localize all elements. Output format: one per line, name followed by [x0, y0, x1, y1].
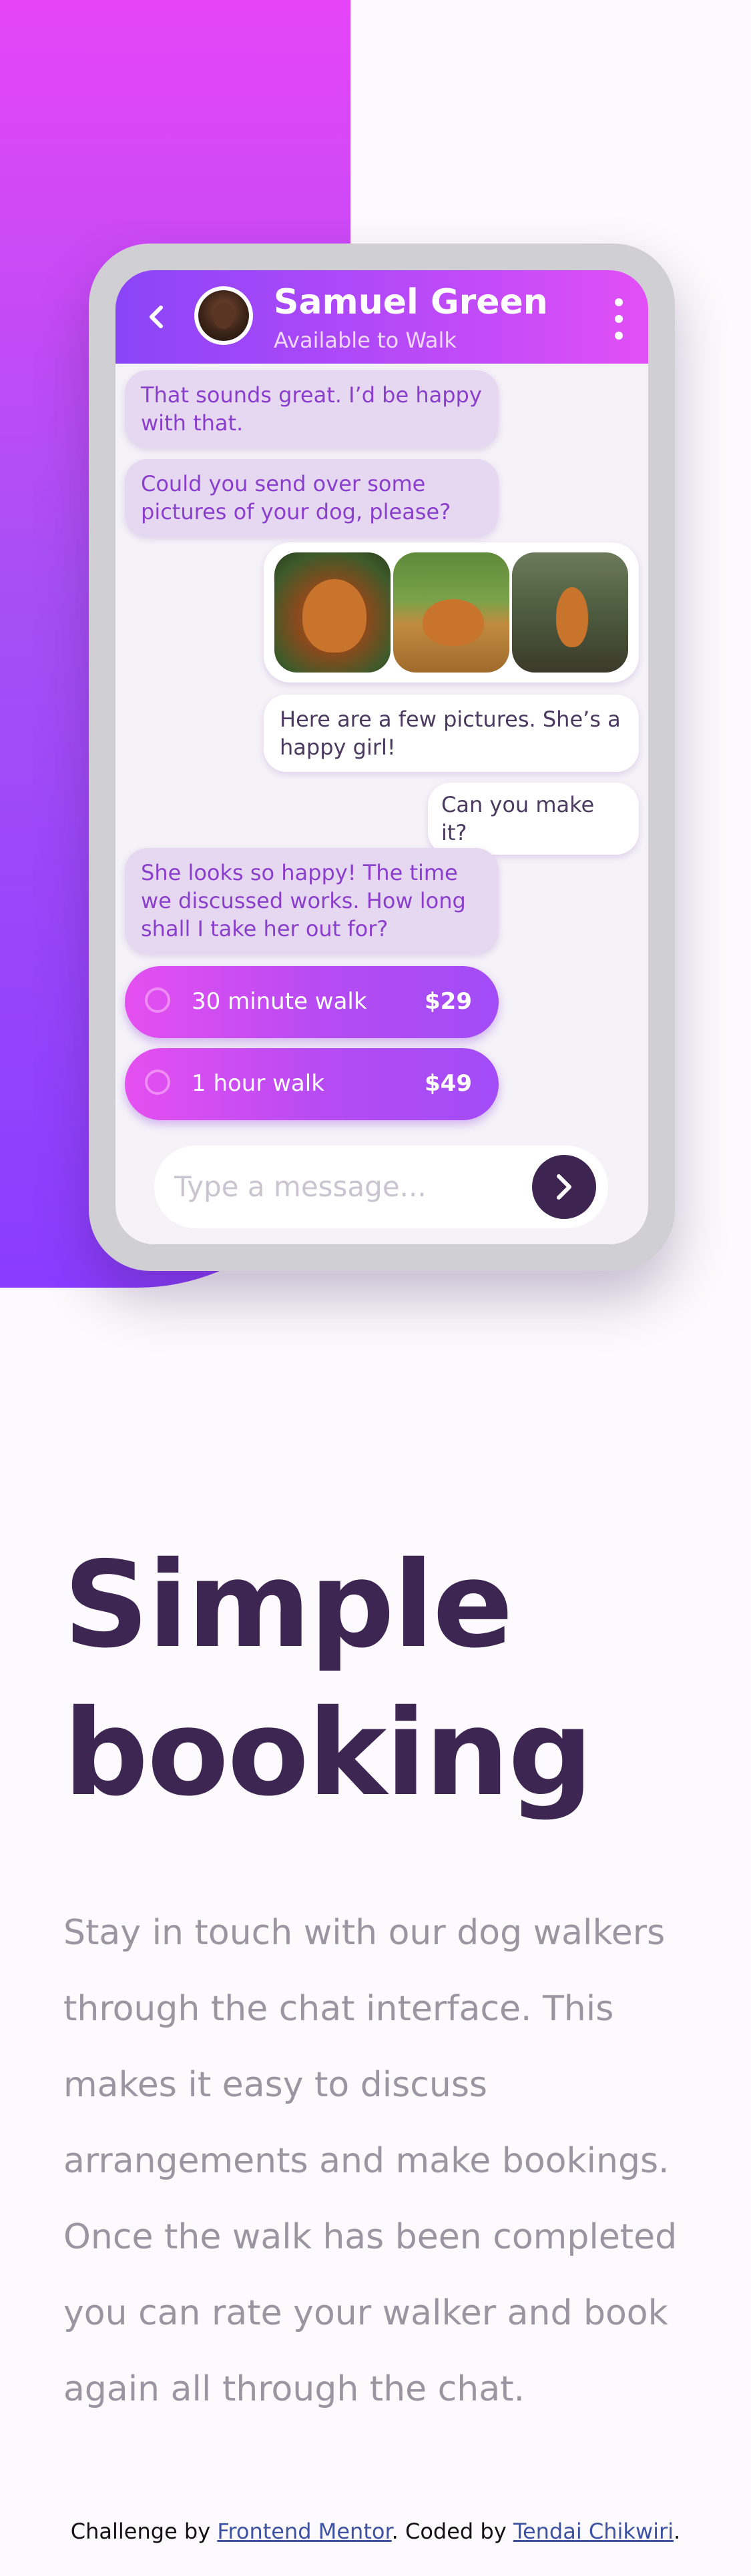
dog-photo-2[interactable]: [393, 552, 509, 673]
attribution-middle: . Coded by: [391, 2519, 513, 2544]
attribution-prefix: Challenge by: [70, 2519, 218, 2544]
message-incoming: Could you send over some pictures of you…: [125, 459, 499, 536]
send-button[interactable]: [532, 1155, 596, 1219]
phone-mockup: Samuel Green Available to Walk That soun…: [89, 244, 675, 1271]
option-price: $29: [425, 988, 472, 1015]
radio-circle-icon[interactable]: [145, 987, 170, 1013]
option-label: 1 hour walk: [192, 1070, 324, 1097]
message-outgoing: Here are a few pictures. She’s a happy g…: [264, 695, 639, 772]
avatar-photo: [198, 290, 249, 341]
message-incoming: That sounds great. I’d be happy with tha…: [125, 370, 499, 448]
section-description: Stay in touch with our dog walkers throu…: [63, 1913, 678, 2409]
message-incoming: She looks so happy! The time we discusse…: [125, 848, 499, 953]
dog-photo-3[interactable]: [512, 552, 628, 673]
attribution: Challenge by Frontend Mentor. Coded by T…: [0, 2519, 751, 2544]
dog-photo-1[interactable]: [274, 552, 391, 673]
chevron-right-icon: [553, 1172, 575, 1202]
vertical-dots-icon[interactable]: [615, 298, 624, 340]
section-heading: Simple booking: [63, 1531, 704, 1827]
chevron-left-icon[interactable]: [145, 304, 168, 330]
message-input-bar: [154, 1146, 608, 1228]
avatar: [194, 286, 253, 345]
chat-screen: Samuel Green Available to Walk That soun…: [115, 270, 648, 1244]
contact-name: Samuel Green: [274, 282, 548, 322]
booking-option-1-hour[interactable]: 1 hour walk $49: [125, 1048, 499, 1120]
option-label: 30 minute walk: [192, 988, 367, 1015]
photo-gallery-message: [264, 542, 639, 683]
frontend-mentor-link[interactable]: Frontend Mentor: [217, 2519, 391, 2544]
heading-line-2: booking: [63, 1684, 593, 1822]
heading-line-1: Simple: [63, 1536, 513, 1674]
attribution-suffix: .: [674, 2519, 681, 2544]
contact-status: Available to Walk: [274, 328, 457, 353]
option-price: $49: [425, 1070, 472, 1097]
author-link[interactable]: Tendai Chikwiri: [513, 2519, 674, 2544]
avatar-face: [213, 302, 234, 329]
message-input[interactable]: [173, 1170, 523, 1204]
chat-header: Samuel Green Available to Walk: [115, 270, 648, 364]
radio-circle-icon[interactable]: [145, 1069, 170, 1095]
booking-option-30-min[interactable]: 30 minute walk $29: [125, 966, 499, 1038]
message-outgoing: Can you make it?: [428, 783, 639, 855]
